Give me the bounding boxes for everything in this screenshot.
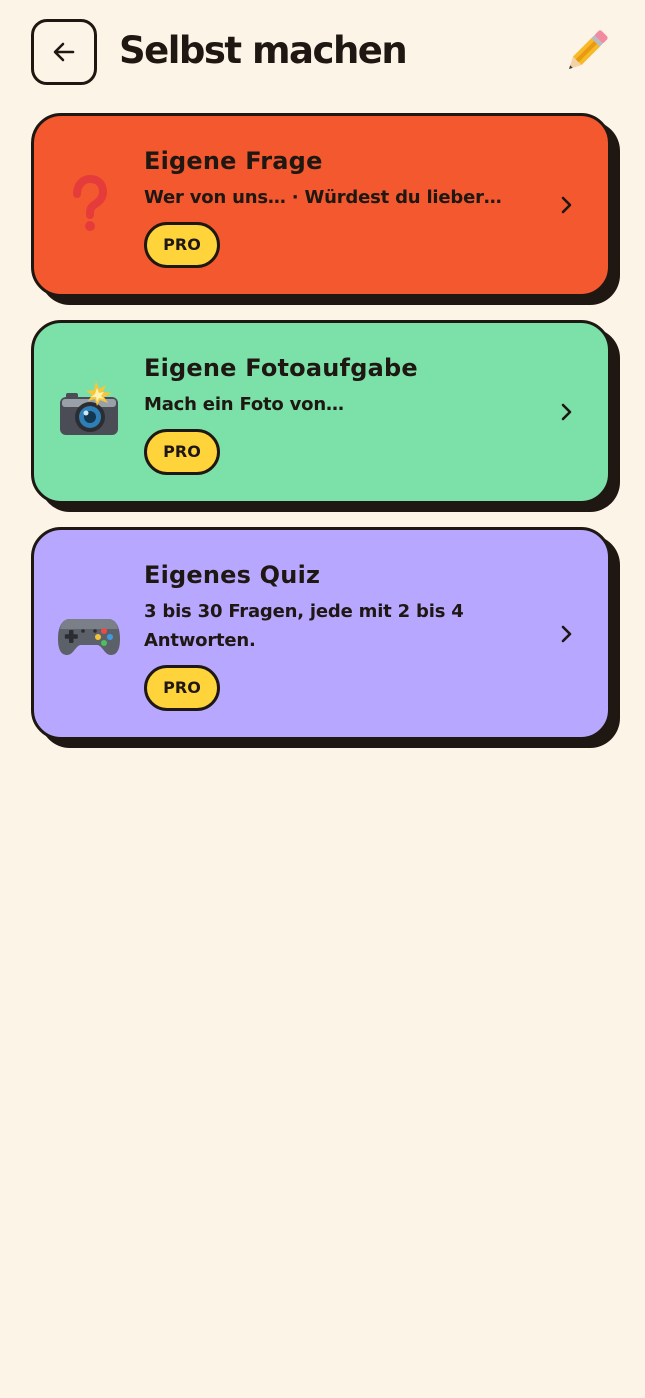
game-controller-icon bbox=[58, 618, 120, 655]
camera-flash-icon bbox=[60, 381, 118, 435]
card-title: Eigenes Quiz bbox=[144, 561, 321, 589]
arrow-left-icon bbox=[53, 42, 75, 62]
page-title: Selbst machen bbox=[119, 29, 408, 72]
pencil-icon bbox=[569, 30, 608, 69]
back-button[interactable] bbox=[31, 19, 97, 85]
chevron-right-icon bbox=[561, 403, 572, 421]
creation-options-list: Eigene Frage Wer von uns… · Würdest du l… bbox=[31, 113, 621, 763]
card-content: Eigenes Quiz 3 bis 30 Fragen, jede mit 2… bbox=[144, 560, 534, 711]
card-subtitle: Wer von uns… · Würdest du lieber… bbox=[144, 187, 502, 208]
card-subtitle: Mach ein Foto von… bbox=[144, 394, 344, 415]
card-content: Eigene Fotoaufgabe Mach ein Foto von… PR… bbox=[144, 353, 534, 475]
pro-badge: PRO bbox=[144, 429, 220, 475]
card-subtitle: 3 bis 30 Fragen, jede mit 2 bis 4 Antwor… bbox=[144, 601, 464, 651]
card-custom-quiz[interactable]: Eigenes Quiz 3 bis 30 Fragen, jede mit 2… bbox=[31, 527, 611, 740]
chevron-right-icon bbox=[561, 625, 572, 642]
card-custom-question[interactable]: Eigene Frage Wer von uns… · Würdest du l… bbox=[31, 113, 611, 297]
pro-badge: PRO bbox=[144, 222, 220, 268]
card-title: Eigene Frage bbox=[144, 147, 323, 175]
card-content: Eigene Frage Wer von uns… · Würdest du l… bbox=[144, 146, 534, 268]
top-bar: Selbst machen bbox=[0, 0, 645, 100]
card-custom-photo-task[interactable]: Eigene Fotoaufgabe Mach ein Foto von… PR… bbox=[31, 320, 611, 504]
pro-badge: PRO bbox=[144, 665, 220, 711]
question-mark-icon bbox=[73, 174, 108, 231]
card-title: Eigene Fotoaufgabe bbox=[144, 354, 418, 382]
chevron-right-icon bbox=[561, 196, 572, 214]
